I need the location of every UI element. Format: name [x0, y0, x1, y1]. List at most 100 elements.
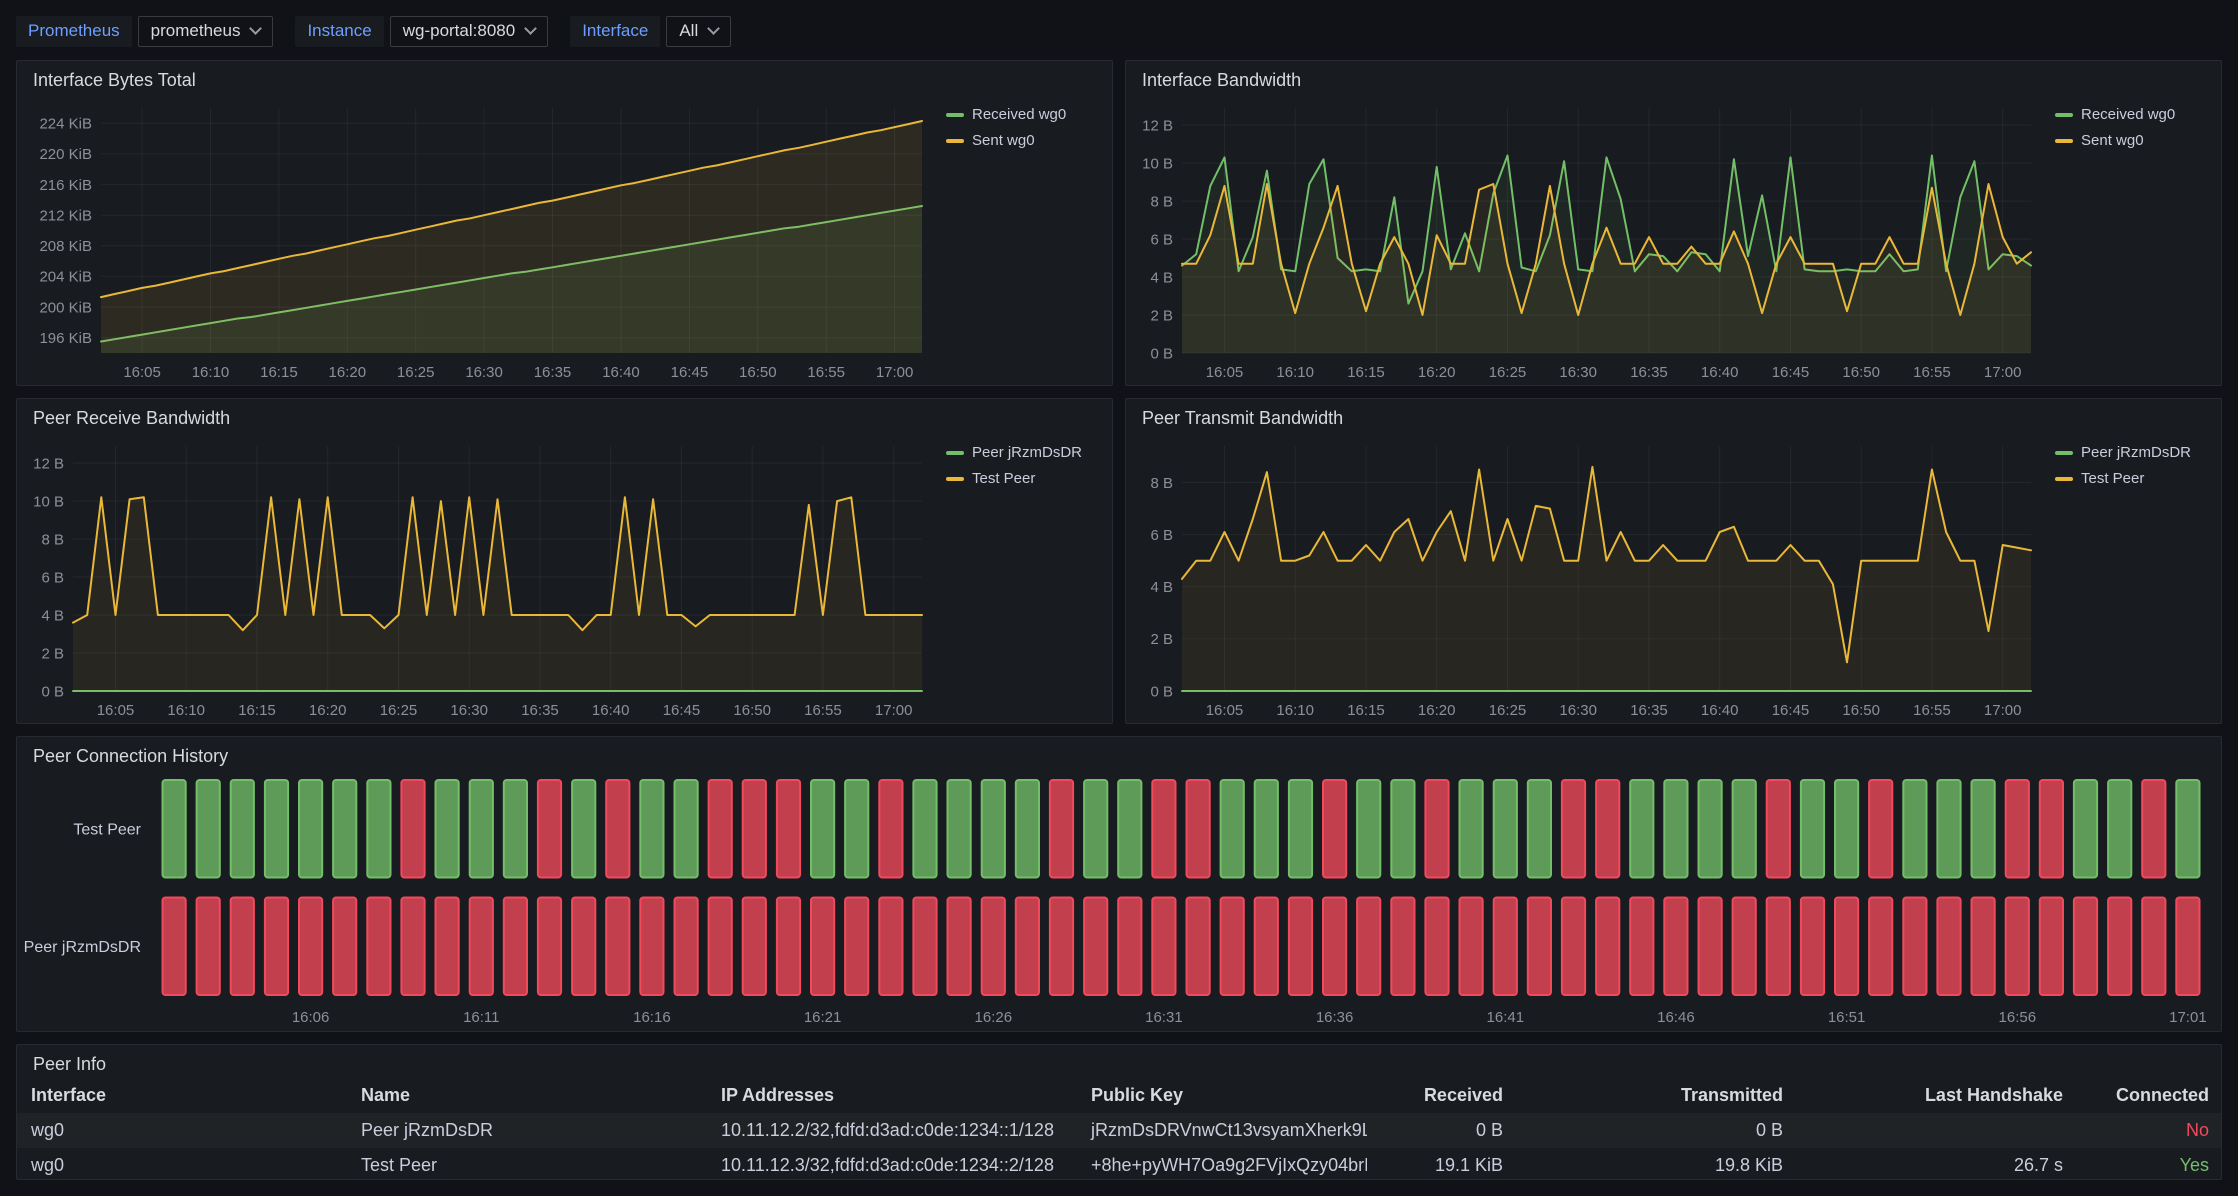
legend-series-swatch-icon — [946, 113, 964, 117]
var-select-instance[interactable]: wg-portal:8080 — [390, 16, 548, 47]
svg-text:16:55: 16:55 — [1913, 702, 1951, 719]
var-label-instance: Instance — [295, 16, 383, 47]
cell-interface: wg0 — [17, 1148, 347, 1179]
svg-text:0 B: 0 B — [41, 683, 64, 700]
variables-bar: Prometheus prometheus Instance wg-portal… — [16, 14, 2222, 48]
svg-text:16:55: 16:55 — [804, 702, 842, 719]
svg-text:17:00: 17:00 — [876, 364, 914, 381]
svg-text:6 B: 6 B — [41, 569, 64, 586]
variable-interface: Interface All — [570, 16, 731, 47]
panel-title-peer-connection-history[interactable]: Peer Connection History — [17, 737, 2221, 770]
cell-received: 19.1 KiB — [1367, 1148, 1517, 1179]
svg-text:16:51: 16:51 — [1828, 1009, 1866, 1026]
svg-text:12 B: 12 B — [33, 455, 64, 472]
legend: Received wg0 Sent wg0 — [2051, 94, 2221, 385]
legend-item[interactable]: Sent wg0 — [2055, 132, 2144, 150]
interface-bytes-total-chart[interactable]: 196 KiB200 KiB204 KiB208 KiB212 KiB216 K… — [17, 94, 942, 385]
svg-text:16:41: 16:41 — [1487, 1009, 1525, 1026]
var-select-prometheus[interactable]: prometheus — [138, 16, 274, 47]
svg-text:16:30: 16:30 — [1559, 702, 1597, 719]
peer-connection-history-chart[interactable]: Test PeerPeer jRzmDsDR16:0616:1116:1616:… — [17, 770, 2221, 1031]
legend: Peer jRzmDsDR Test Peer — [2051, 432, 2221, 723]
column-header-transmitted[interactable]: Transmitted — [1517, 1078, 1797, 1113]
legend-series-label: Received wg0 — [2081, 106, 2175, 124]
svg-text:16:15: 16:15 — [1347, 702, 1385, 719]
column-header-last_handshake[interactable]: Last Handshake — [1797, 1078, 2077, 1113]
svg-text:2 B: 2 B — [1150, 307, 1173, 324]
svg-text:16:45: 16:45 — [1772, 364, 1810, 381]
legend-item[interactable]: Received wg0 — [2055, 106, 2175, 124]
legend-series-swatch-icon — [2055, 113, 2073, 117]
legend-series-label: Sent wg0 — [2081, 132, 2144, 150]
legend-series-label: Peer jRzmDsDR — [2081, 444, 2191, 462]
svg-text:16:21: 16:21 — [804, 1009, 842, 1026]
legend-item[interactable]: Received wg0 — [946, 106, 1066, 124]
svg-text:10 B: 10 B — [1142, 155, 1173, 172]
svg-text:16:35: 16:35 — [521, 702, 559, 719]
panel-title-interface-bandwidth[interactable]: Interface Bandwidth — [1126, 61, 2221, 94]
column-header-name[interactable]: Name — [347, 1078, 707, 1113]
svg-text:16:10: 16:10 — [1276, 702, 1314, 719]
svg-text:16:26: 16:26 — [975, 1009, 1013, 1026]
svg-text:16:20: 16:20 — [329, 364, 367, 381]
column-header-ip[interactable]: IP Addresses — [707, 1078, 1077, 1113]
panel-peer-transmit-bandwidth: Peer Transmit Bandwidth 0 B2 B4 B6 B8 B1… — [1125, 398, 2222, 724]
cell-ip: 10.11.12.3/32,fdfd:d3ad:c0de:1234::2/128 — [707, 1148, 1077, 1179]
panel-title-interface-bytes-total[interactable]: Interface Bytes Total — [17, 61, 1112, 94]
svg-text:16:05: 16:05 — [1206, 702, 1244, 719]
panel-title-peer-receive-bandwidth[interactable]: Peer Receive Bandwidth — [17, 399, 1112, 432]
panel-peer-connection-history: Peer Connection History Test PeerPeer jR… — [16, 736, 2222, 1032]
column-header-received[interactable]: Received — [1367, 1078, 1517, 1113]
peer-receive-bandwidth-chart[interactable]: 0 B2 B4 B6 B8 B10 B12 B16:0516:1016:1516… — [17, 432, 942, 723]
column-header-interface[interactable]: Interface — [17, 1078, 347, 1113]
legend-series-swatch-icon — [946, 477, 964, 481]
svg-text:16:35: 16:35 — [1630, 364, 1668, 381]
legend-series-swatch-icon — [2055, 451, 2073, 455]
column-header-connected[interactable]: Connected — [2077, 1078, 2221, 1113]
var-value-text: prometheus — [151, 21, 241, 41]
panel-title-peer-transmit-bandwidth[interactable]: Peer Transmit Bandwidth — [1126, 399, 2221, 432]
cell-name: Test Peer — [347, 1148, 707, 1179]
svg-text:17:00: 17:00 — [1984, 702, 2022, 719]
svg-text:216 KiB: 216 KiB — [39, 177, 92, 194]
svg-text:16:25: 16:25 — [1489, 364, 1527, 381]
svg-text:16:16: 16:16 — [633, 1009, 671, 1026]
svg-text:16:50: 16:50 — [1842, 364, 1880, 381]
legend-item[interactable]: Peer jRzmDsDR — [946, 444, 1082, 462]
legend-series-label: Test Peer — [2081, 470, 2144, 488]
legend-item[interactable]: Test Peer — [2055, 470, 2144, 488]
svg-text:16:40: 16:40 — [602, 364, 640, 381]
svg-text:8 B: 8 B — [1150, 475, 1173, 492]
legend-series-label: Sent wg0 — [972, 132, 1035, 150]
legend-series-swatch-icon — [946, 139, 964, 143]
svg-text:16:50: 16:50 — [739, 364, 777, 381]
var-value-text: wg-portal:8080 — [403, 21, 515, 41]
legend-series-swatch-icon — [2055, 477, 2073, 481]
svg-text:12 B: 12 B — [1142, 117, 1173, 134]
svg-text:200 KiB: 200 KiB — [39, 299, 92, 316]
legend-series-label: Received wg0 — [972, 106, 1066, 124]
legend-item[interactable]: Sent wg0 — [946, 132, 1035, 150]
svg-text:17:00: 17:00 — [875, 702, 913, 719]
chevron-down-icon — [707, 22, 720, 35]
svg-text:4 B: 4 B — [1150, 579, 1173, 596]
column-header-pubkey[interactable]: Public Key — [1077, 1078, 1367, 1113]
svg-text:16:40: 16:40 — [1701, 702, 1739, 719]
svg-text:16:15: 16:15 — [1347, 364, 1385, 381]
svg-text:4 B: 4 B — [41, 607, 64, 624]
svg-text:10 B: 10 B — [33, 493, 64, 510]
interface-bandwidth-chart[interactable]: 0 B2 B4 B6 B8 B10 B12 B16:0516:1016:1516… — [1126, 94, 2051, 385]
panel-peer-info: Peer Info InterfaceNameIP AddressesPubli… — [16, 1044, 2222, 1180]
var-select-interface[interactable]: All — [666, 16, 731, 47]
legend-item[interactable]: Test Peer — [946, 470, 1035, 488]
svg-text:16:10: 16:10 — [1276, 364, 1314, 381]
svg-text:17:01: 17:01 — [2169, 1009, 2207, 1026]
peer-transmit-bandwidth-chart[interactable]: 0 B2 B4 B6 B8 B16:0516:1016:1516:2016:25… — [1126, 432, 2051, 723]
svg-text:16:25: 16:25 — [1489, 702, 1527, 719]
cell-connected: No — [2077, 1113, 2221, 1148]
svg-text:16:30: 16:30 — [1559, 364, 1597, 381]
panel-title-peer-info[interactable]: Peer Info — [17, 1045, 2221, 1078]
legend-item[interactable]: Peer jRzmDsDR — [2055, 444, 2191, 462]
svg-text:16:20: 16:20 — [1418, 702, 1456, 719]
var-label-prometheus: Prometheus — [16, 16, 132, 47]
